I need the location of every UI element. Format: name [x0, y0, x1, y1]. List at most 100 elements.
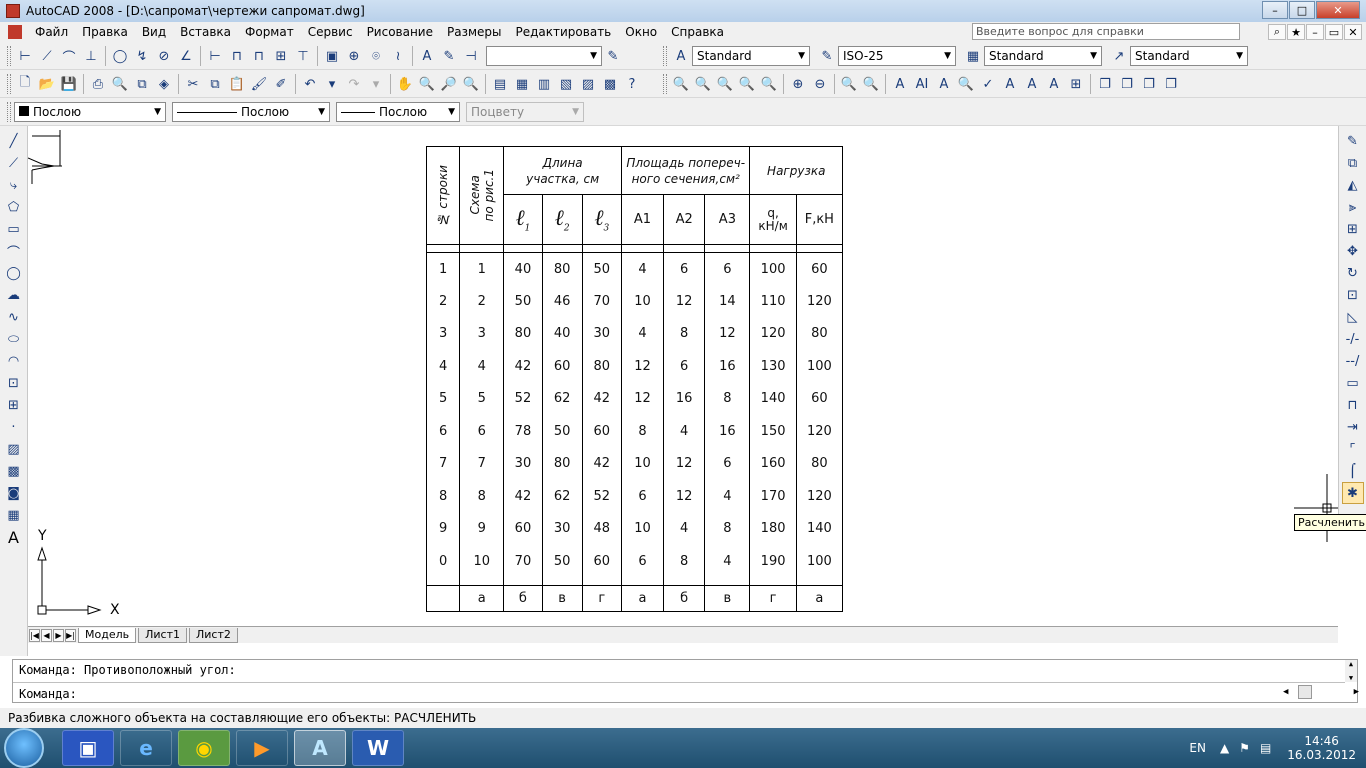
open-file-icon[interactable]: 📂: [36, 73, 58, 95]
close-button[interactable]: ✕: [1316, 1, 1360, 19]
multiline-text-tool-icon[interactable]: A: [3, 526, 25, 548]
lineweight-combo[interactable]: Послою ▼: [336, 102, 460, 122]
polyline-icon[interactable]: ⤷: [3, 174, 25, 196]
tab-layout1[interactable]: Лист1: [138, 627, 187, 643]
menu-dimension[interactable]: Размеры: [440, 25, 509, 39]
fillet-icon[interactable]: ⌠: [1342, 460, 1364, 482]
scale-text-icon[interactable]: A: [1021, 73, 1043, 95]
mirror-icon[interactable]: ◭: [1342, 174, 1364, 196]
stretch-icon[interactable]: ◺: [1342, 306, 1364, 328]
center-mark-icon[interactable]: ⊕: [343, 45, 365, 67]
multileader-style-combo[interactable]: Standard ▼: [1130, 46, 1248, 66]
array-icon[interactable]: ⊞: [1342, 218, 1364, 240]
calculator-icon[interactable]: ▩: [599, 73, 621, 95]
doc-close-button[interactable]: ✕: [1344, 24, 1362, 40]
scale-icon[interactable]: ⊡: [1342, 284, 1364, 306]
zoom-in-icon[interactable]: ⊕: [787, 73, 809, 95]
dim-space-icon[interactable]: ⊞: [270, 45, 292, 67]
dim-text-edit-icon[interactable]: ✎: [438, 45, 460, 67]
dim-ordinate-icon[interactable]: ⊥: [80, 45, 102, 67]
table-style-icon[interactable]: ▦: [962, 45, 984, 67]
zoom-extents-icon[interactable]: 🔍: [860, 73, 882, 95]
extend-icon[interactable]: --/: [1342, 350, 1364, 372]
block-editor-icon[interactable]: ✐: [270, 73, 292, 95]
edit-text-icon[interactable]: A: [933, 73, 955, 95]
dim-style-select[interactable]: ISO-25 ▼: [838, 46, 956, 66]
text-style-combo[interactable]: Standard ▼: [692, 46, 810, 66]
menu-modify[interactable]: Редактировать: [509, 25, 619, 39]
doc-minimize-button[interactable]: –: [1306, 24, 1324, 40]
command-prompt[interactable]: Команда:: [19, 687, 77, 701]
match-properties-icon[interactable]: 🖌: [248, 73, 270, 95]
make-block-icon[interactable]: ⊞: [3, 394, 25, 416]
cut-icon[interactable]: ✂: [182, 73, 204, 95]
ellipse-arc-icon[interactable]: ◠: [3, 350, 25, 372]
menu-draw[interactable]: Рисование: [360, 25, 440, 39]
dim-update-icon[interactable]: ⊣: [460, 45, 482, 67]
dim-jogged-icon[interactable]: ↯: [131, 45, 153, 67]
move-icon[interactable]: ✥: [1342, 240, 1364, 262]
plot-preview-icon[interactable]: 🔍: [109, 73, 131, 95]
trim-icon[interactable]: -/-: [1342, 328, 1364, 350]
minimize-button[interactable]: –: [1262, 1, 1288, 19]
language-indicator[interactable]: EN: [1189, 741, 1206, 755]
gradient-icon[interactable]: ▩: [3, 460, 25, 482]
rectangle-icon[interactable]: ▭: [3, 218, 25, 240]
menu-help[interactable]: Справка: [664, 25, 731, 39]
menu-tools[interactable]: Сервис: [301, 25, 360, 39]
menu-file[interactable]: Файл: [28, 25, 75, 39]
clock[interactable]: 14:46 16.03.2012: [1287, 734, 1356, 762]
dim-baseline-icon[interactable]: ⊓: [226, 45, 248, 67]
help-icon[interactable]: ?: [621, 73, 643, 95]
multiline-text-icon[interactable]: A: [889, 73, 911, 95]
table-style-combo[interactable]: Standard ▼: [984, 46, 1102, 66]
break-icon[interactable]: ⊓: [1342, 394, 1364, 416]
zoom-object-icon[interactable]: 🔍: [758, 73, 780, 95]
ellipse-icon[interactable]: ⬭: [3, 328, 25, 350]
region-icon[interactable]: ◙: [3, 482, 25, 504]
spline-icon[interactable]: ∿: [3, 306, 25, 328]
search-icon[interactable]: ⌕: [1268, 24, 1286, 40]
dim-continue-icon[interactable]: ⊓: [248, 45, 270, 67]
sheet-set-icon[interactable]: ▧: [555, 73, 577, 95]
command-window[interactable]: Команда: Противоположный угол: Команда: …: [12, 659, 1359, 703]
document-icon[interactable]: [8, 25, 22, 39]
text-style-icon[interactable]: A: [670, 45, 692, 67]
next-tab-icon[interactable]: ▶: [53, 628, 64, 642]
save-icon[interactable]: 💾: [58, 73, 80, 95]
offset-icon[interactable]: ⫸: [1342, 196, 1364, 218]
dim-edit-icon[interactable]: A: [416, 45, 438, 67]
markup-icon[interactable]: ▨: [577, 73, 599, 95]
find-replace-icon[interactable]: 🔍: [955, 73, 977, 95]
dim-angular-icon[interactable]: ∠: [175, 45, 197, 67]
help-search-input[interactable]: Введите вопрос для справки: [972, 23, 1240, 40]
taskbar-app-save-icon[interactable]: ▣: [62, 730, 114, 766]
zoom-scale-icon[interactable]: 🔍: [714, 73, 736, 95]
hatch-icon[interactable]: ▨: [3, 438, 25, 460]
undo-dropdown-icon[interactable]: ▾: [321, 73, 343, 95]
dim-break-icon[interactable]: ⊤: [292, 45, 314, 67]
dim-diameter-icon[interactable]: ⊘: [153, 45, 175, 67]
draw-order-under-icon[interactable]: ❐: [1160, 73, 1182, 95]
explode-icon[interactable]: ✱: [1341, 482, 1364, 504]
menu-insert[interactable]: Вставка: [173, 25, 238, 39]
justify-text-icon[interactable]: A: [1043, 73, 1065, 95]
draw-order-above-icon[interactable]: ❐: [1138, 73, 1160, 95]
tolerance-icon[interactable]: ▣: [321, 45, 343, 67]
prev-tab-icon[interactable]: ◀: [41, 628, 52, 642]
table-icon[interactable]: ▦: [3, 504, 25, 526]
plot-icon[interactable]: ⎙: [87, 73, 109, 95]
point-icon[interactable]: ·: [3, 416, 25, 438]
publish-icon[interactable]: ⧉: [131, 73, 153, 95]
command-scrollbar[interactable]: ▲ ▼: [1345, 660, 1357, 682]
paste-icon[interactable]: 📋: [226, 73, 248, 95]
dim-radius-icon[interactable]: ◯: [109, 45, 131, 67]
command-horizontal-scrollbar[interactable]: ◀ ▶: [1283, 684, 1359, 700]
doc-restore-button[interactable]: ▭: [1325, 24, 1343, 40]
zoom-realtime-icon[interactable]: 🔍: [416, 73, 438, 95]
spelling-icon[interactable]: ✓: [977, 73, 999, 95]
start-button[interactable]: [4, 728, 44, 768]
zoom-previous-icon[interactable]: 🔍: [460, 73, 482, 95]
autocad-app-icon[interactable]: [6, 4, 20, 18]
copy-object-icon[interactable]: ⧉: [1342, 152, 1364, 174]
